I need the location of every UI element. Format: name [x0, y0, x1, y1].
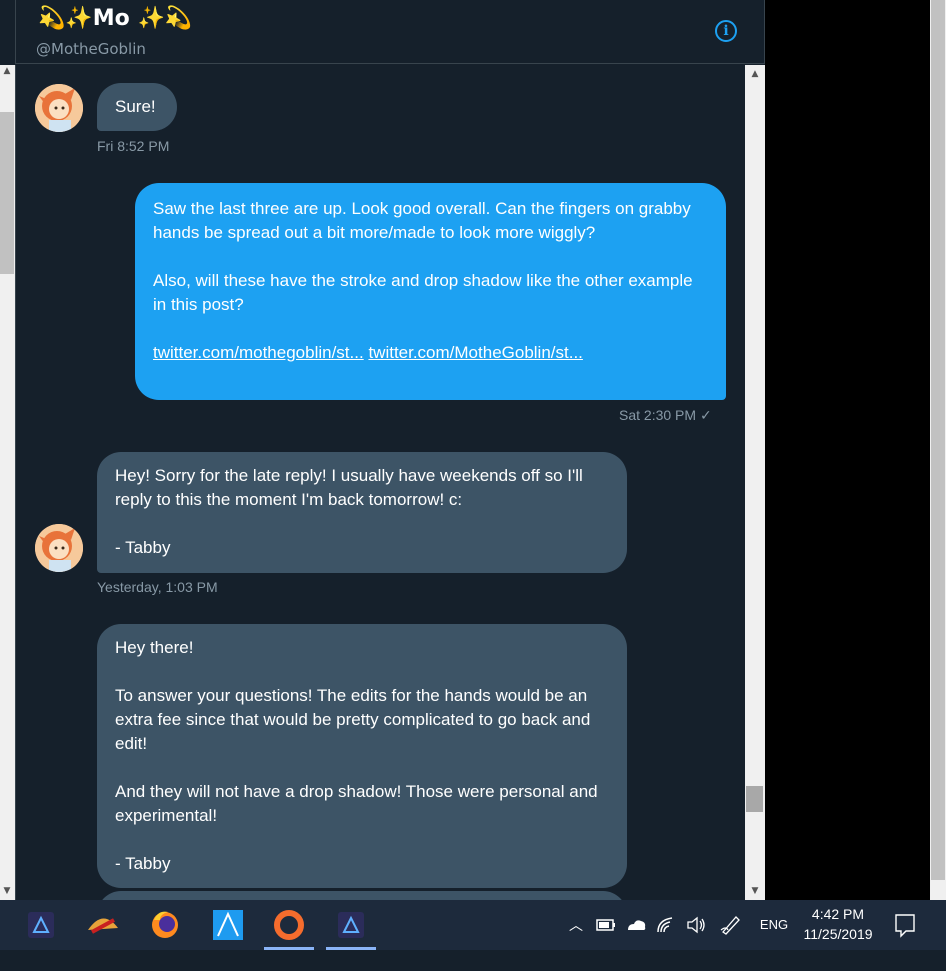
notification-center-icon[interactable]: [890, 900, 920, 950]
received-message-bubble[interactable]: Sure!: [97, 83, 177, 131]
wifi-icon[interactable]: [654, 900, 678, 950]
right-empty-panel: [765, 0, 930, 900]
message-list[interactable]: Sure! Fri 8:52 PM Saw the last three are…: [15, 65, 745, 900]
page-scrollbar-thumb[interactable]: [931, 0, 945, 880]
message-paragraph: Also, will these have the stroke and dro…: [153, 271, 693, 314]
scroll-up-icon[interactable]: ▲: [745, 67, 765, 81]
affinity-photo-icon: [338, 912, 364, 938]
onedrive-icon[interactable]: [624, 900, 648, 950]
message-paragraph: Hey! Sorry for the late reply! I usually…: [115, 466, 583, 509]
pen-workspace-icon[interactable]: [718, 900, 744, 950]
left-scrollbar-thumb[interactable]: [0, 112, 14, 274]
info-icon[interactable]: i: [715, 20, 737, 42]
message-link[interactable]: twitter.com/mothegoblin/st...: [153, 343, 364, 362]
avatar[interactable]: [35, 84, 83, 132]
battery-icon[interactable]: [594, 900, 618, 950]
affinity-designer-icon: [213, 910, 243, 940]
language-indicator[interactable]: ENG: [754, 900, 794, 950]
taskbar-app-affinity-designer[interactable]: [198, 900, 256, 950]
sent-check-icon: ✓: [699, 407, 712, 423]
firefox-icon: [152, 911, 178, 938]
conversation-header: 💫✨Mo ✨💫 @MotheGoblin i: [15, 0, 765, 64]
scroll-down-icon[interactable]: ▼: [745, 884, 765, 898]
taskbar-app-origin[interactable]: [260, 900, 318, 950]
clock-date: 11/25/2019: [803, 926, 873, 942]
message-paragraph: - Tabby: [115, 538, 171, 557]
taskbar-app-affinity-photo-2[interactable]: [322, 900, 380, 950]
message-timestamp: Sat 2:30 PM ✓: [619, 407, 712, 423]
received-message-bubble[interactable]: [97, 891, 627, 900]
windows-taskbar: ︿ ENG 4:42 PM 11/25/2019: [0, 900, 946, 950]
taskbar-app-firefox[interactable]: [136, 900, 194, 950]
message-paragraph: And they will not have a drop shadow! Th…: [115, 782, 598, 825]
volume-icon[interactable]: [684, 900, 708, 950]
show-hidden-icons-icon[interactable]: ︿: [565, 900, 587, 950]
message-timestamp: Yesterday, 1:03 PM: [97, 579, 218, 595]
message-paragraph: To answer your questions! The edits for …: [115, 686, 591, 753]
received-message-bubble[interactable]: Hey! Sorry for the late reply! I usually…: [97, 452, 627, 573]
left-scroll-down-icon[interactable]: ▼: [1, 885, 13, 897]
chat-scrollbar-track[interactable]: [745, 65, 765, 900]
conversation-title: 💫✨Mo ✨💫: [38, 6, 193, 31]
conversation-handle[interactable]: @MotheGoblin: [36, 40, 146, 58]
clock[interactable]: 4:42 PM 11/25/2019: [796, 900, 880, 950]
left-scroll-up-icon[interactable]: ▲: [1, 65, 13, 77]
affinity-photo-icon: [28, 912, 54, 938]
taskbar-app-affinity[interactable]: [74, 900, 132, 950]
message-timestamp: Fri 8:52 PM: [97, 138, 170, 154]
taskbar-app-affinity-photo[interactable]: [12, 900, 70, 950]
message-link[interactable]: twitter.com/MotheGoblin/st...: [368, 343, 582, 362]
origin-icon: [274, 910, 304, 940]
pen-app-icon: [88, 918, 118, 934]
sent-message-bubble[interactable]: Saw the last three are up. Look good ove…: [135, 183, 726, 400]
received-message-bubble[interactable]: Hey there! To answer your questions! The…: [97, 624, 627, 888]
message-text: Sure!: [115, 97, 156, 116]
chat-scrollbar-thumb[interactable]: [746, 786, 763, 812]
avatar[interactable]: [35, 524, 83, 572]
message-paragraph: Hey there!: [115, 638, 194, 657]
message-paragraph: Saw the last three are up. Look good ove…: [153, 199, 691, 242]
clock-time: 4:42 PM: [811, 906, 865, 922]
message-paragraph: - Tabby: [115, 854, 171, 873]
